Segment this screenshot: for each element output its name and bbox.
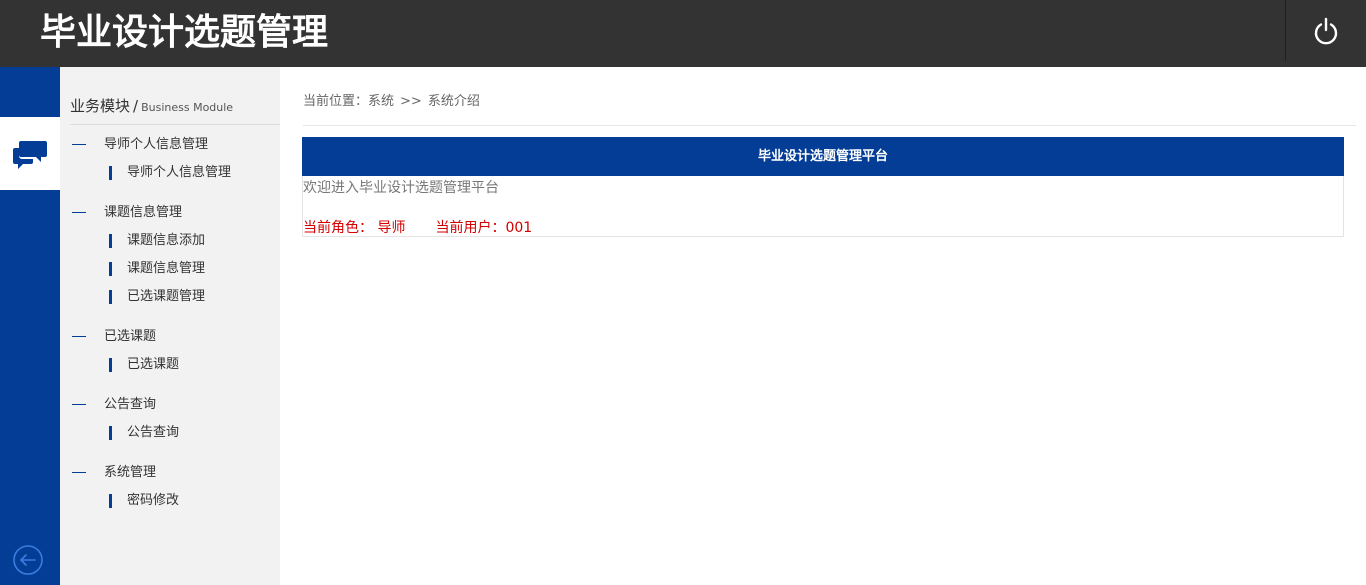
menu-item-change-password[interactable]: 密码修改: [60, 491, 280, 511]
menu-group: 公告查询 公告查询: [60, 395, 280, 443]
dash-marker: [72, 472, 86, 473]
dash-marker: [72, 144, 86, 145]
module-separator: /: [133, 97, 139, 115]
bar-marker: [109, 262, 112, 276]
menu-item-tutor-info[interactable]: 导师个人信息管理: [60, 163, 280, 183]
dash-marker: [72, 212, 86, 213]
breadcrumb-prefix: 当前位置：系统: [303, 94, 395, 109]
bar-marker: [109, 358, 112, 372]
panel-title: 毕业设计选题管理平台: [302, 137, 1344, 176]
main-content: 当前位置：系统 >> 系统介绍 毕业设计选题管理平台 欢迎进入毕业设计选题管理平台 …: [280, 67, 1366, 585]
dash-marker: [72, 404, 86, 405]
bar-marker: [109, 166, 112, 180]
menu-group-announcements[interactable]: 公告查询: [60, 395, 280, 415]
user-value: 001: [505, 220, 533, 236]
bar-marker: [109, 290, 112, 304]
menu-group: 导师个人信息管理 导师个人信息管理: [60, 135, 280, 183]
app-title: 毕业设计选题管理: [40, 12, 329, 53]
icon-sidebar: [0, 67, 60, 585]
menu-sidebar: 业务模块 / Business Module 导师个人信息管理 导师个人信息管理 课…: [60, 67, 280, 585]
top-header: 毕业设计选题管理: [0, 0, 1366, 67]
bar-marker: [109, 494, 112, 508]
breadcrumb: 当前位置：系统 >> 系统介绍: [303, 93, 1356, 126]
menu-item-announcements[interactable]: 公告查询: [60, 423, 280, 443]
menu-group: 已选课题 已选课题: [60, 327, 280, 375]
menu-group-system[interactable]: 系统管理: [60, 463, 280, 483]
dash-marker: [72, 336, 86, 337]
menu-group-tutor-info[interactable]: 导师个人信息管理: [60, 135, 280, 155]
user-info: 当前角色： 导师 当前用户：001: [303, 218, 532, 238]
menu-list: 导师个人信息管理 导师个人信息管理 课题信息管理 课题信息添加 课题信息管理 已…: [60, 135, 280, 531]
business-module-tab[interactable]: [0, 117, 60, 190]
power-icon: [1314, 17, 1338, 44]
welcome-text: 欢迎进入毕业设计选题管理平台: [303, 180, 499, 196]
menu-item-topic-add[interactable]: 课题信息添加: [60, 231, 280, 251]
role-label: 当前角色：: [303, 220, 373, 236]
breadcrumb-current: 系统介绍: [427, 94, 480, 109]
intro-panel: 毕业设计选题管理平台 欢迎进入毕业设计选题管理平台 当前角色： 导师 当前用户：0…: [302, 137, 1344, 237]
user-label: 当前用户：: [435, 220, 506, 236]
module-heading: 业务模块 / Business Module: [70, 95, 280, 125]
menu-item-topic-manage[interactable]: 课题信息管理: [60, 259, 280, 279]
logout-button[interactable]: [1285, 0, 1366, 61]
bar-marker: [109, 426, 112, 440]
collapse-button[interactable]: [12, 544, 44, 576]
menu-group: 课题信息管理 课题信息添加 课题信息管理 已选课题管理: [60, 203, 280, 307]
menu-group-selected-topics[interactable]: 已选课题: [60, 327, 280, 347]
module-title: 业务模块: [70, 97, 131, 115]
menu-item-selected-topics[interactable]: 已选课题: [60, 355, 280, 375]
breadcrumb-separator: >>: [400, 94, 422, 109]
chat-bubbles-icon: [13, 140, 47, 169]
arrow-left-circle-icon: [13, 545, 43, 575]
role-value: 导师: [377, 220, 406, 236]
menu-item-selected-topic-manage[interactable]: 已选课题管理: [60, 287, 280, 307]
bar-marker: [109, 234, 112, 248]
module-subtitle: Business Module: [141, 101, 234, 114]
menu-group-topic-info[interactable]: 课题信息管理: [60, 203, 280, 223]
menu-group: 系统管理 密码修改: [60, 463, 280, 511]
